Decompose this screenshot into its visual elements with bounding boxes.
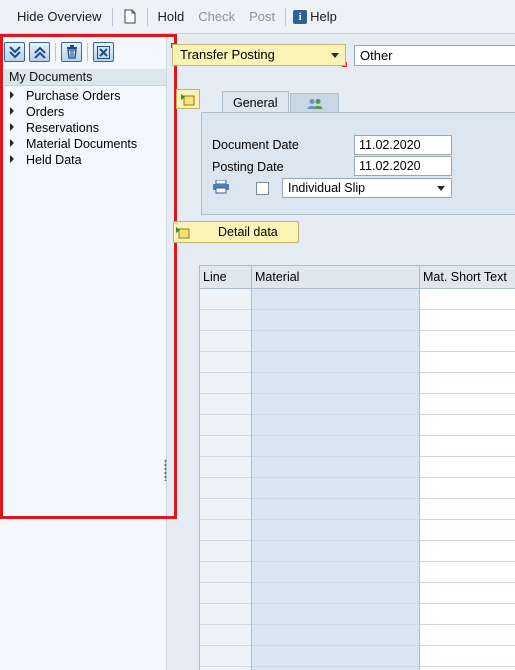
toolbar-separator	[55, 43, 56, 61]
detail-data-label: Detail data	[218, 225, 278, 239]
expand-arrow-icon[interactable]	[10, 91, 14, 99]
column-header-material[interactable]: Material	[252, 266, 420, 289]
reference-dropdown-value: Other	[360, 48, 393, 63]
print-version-value: Individual Slip	[288, 181, 366, 195]
tree-item-label: Held Data	[26, 153, 82, 167]
posting-date-label: Posting Date	[212, 160, 284, 174]
tab-general-label: General	[233, 96, 278, 110]
tab-partner[interactable]	[290, 93, 339, 113]
column-divider	[419, 289, 420, 670]
expand-arrow-icon[interactable]	[10, 123, 14, 131]
my-documents-header[interactable]: My Documents	[4, 69, 166, 86]
posting-date-input[interactable]: 11.02.2020	[354, 156, 452, 176]
panel-splitter-handle[interactable]	[164, 459, 167, 481]
hold-label: Hold	[157, 9, 185, 24]
tree-item-held-data[interactable]: Held Data	[10, 152, 137, 168]
chevron-down-icon	[331, 53, 339, 58]
document-icon[interactable]	[122, 6, 138, 28]
check-label: Check	[198, 9, 236, 24]
column-header-line[interactable]: Line	[200, 266, 252, 289]
action-dropdown-value: Transfer Posting	[180, 47, 275, 62]
toolbar-separator	[285, 7, 287, 26]
document-date-label: Document Date	[212, 138, 299, 152]
application-toolbar: Hide Overview Hold Check Post i Help	[0, 0, 515, 34]
persons-icon	[307, 98, 322, 109]
tree-item-label: Reservations	[26, 121, 99, 135]
documents-tree: Purchase Orders Orders Reservations Mate…	[10, 88, 137, 168]
items-table: Line Material Mat. Short Text	[199, 265, 515, 670]
overview-toolbar	[4, 42, 118, 62]
post-label: Post	[249, 9, 276, 24]
post-button[interactable]: Post	[242, 5, 282, 29]
printer-icon	[212, 179, 230, 197]
tab-general[interactable]: General	[222, 91, 289, 113]
expand-all-icon[interactable]	[4, 42, 25, 62]
delete-icon[interactable]	[61, 42, 82, 62]
tree-item-purchase-orders[interactable]: Purchase Orders	[10, 88, 137, 104]
toolbar-separator	[146, 7, 148, 26]
expand-arrow-icon[interactable]	[10, 107, 14, 115]
reference-dropdown[interactable]: Other	[354, 45, 515, 66]
detail-data-button[interactable]: Detail data	[173, 221, 299, 243]
toolbar-separator	[87, 43, 88, 61]
close-icon[interactable]	[93, 42, 114, 62]
tree-item-label: Material Documents	[26, 137, 138, 151]
hide-overview-button[interactable]: Hide Overview	[10, 5, 109, 29]
table-header-row: Line Material Mat. Short Text	[200, 266, 515, 289]
tree-item-reservations[interactable]: Reservations	[10, 120, 137, 136]
column-header-short-text[interactable]: Mat. Short Text	[420, 266, 515, 289]
chevron-down-icon	[437, 186, 445, 191]
tree-item-material-documents[interactable]: Material Documents	[10, 136, 137, 152]
print-checkbox[interactable]	[256, 182, 269, 195]
table-rows[interactable]	[200, 289, 515, 670]
info-icon: i	[293, 9, 308, 24]
action-dropdown[interactable]: Transfer Posting	[171, 43, 347, 67]
check-button[interactable]: Check	[191, 5, 242, 29]
tree-item-label: Purchase Orders	[26, 89, 121, 103]
print-version-dropdown[interactable]: Individual Slip	[282, 178, 452, 198]
folder-icon	[176, 227, 190, 239]
hide-overview-label: Hide Overview	[17, 9, 102, 24]
document-date-input[interactable]: 11.02.2020	[354, 135, 452, 155]
document-overview-panel: My Documents Purchase Orders Orders Rese…	[0, 35, 167, 670]
expand-arrow-icon[interactable]	[10, 155, 14, 163]
hold-button[interactable]: Hold	[151, 5, 192, 29]
header-toggle-button[interactable]	[176, 89, 200, 109]
tree-item-label: Orders	[26, 105, 65, 119]
column-divider	[251, 289, 252, 670]
collapse-all-icon[interactable]	[29, 42, 50, 62]
tree-item-orders[interactable]: Orders	[10, 104, 137, 120]
help-button[interactable]: i Help	[289, 5, 344, 29]
help-label: Help	[310, 9, 337, 24]
expand-arrow-icon[interactable]	[10, 139, 14, 147]
toolbar-separator	[111, 7, 113, 26]
